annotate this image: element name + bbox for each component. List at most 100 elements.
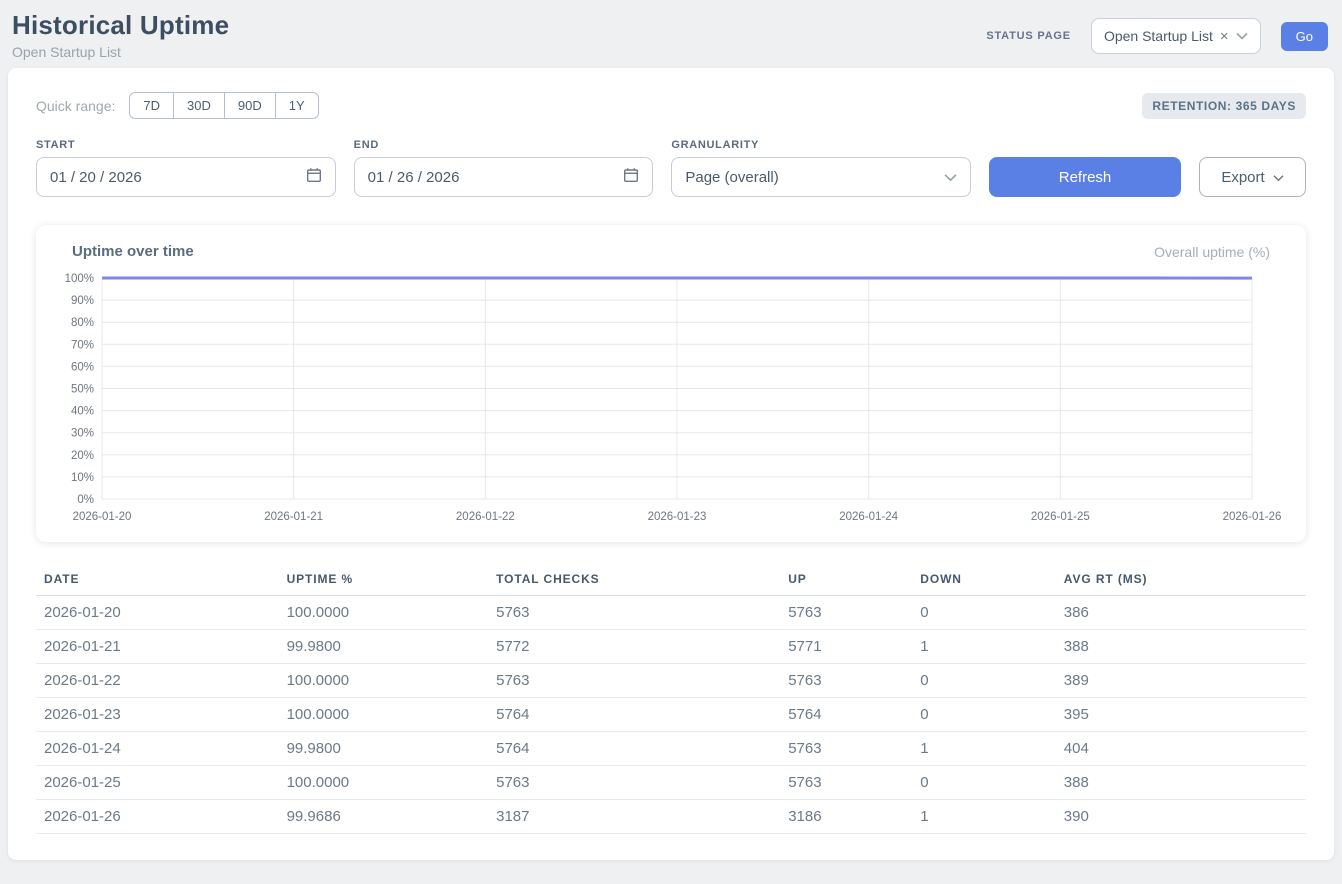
refresh-button[interactable]: Refresh (989, 157, 1181, 197)
table-cell: 388 (1056, 630, 1306, 664)
go-button[interactable]: Go (1281, 22, 1328, 51)
table-cell: 386 (1056, 596, 1306, 630)
table-row: 2026-01-25100.0000576357630388 (36, 766, 1306, 800)
page-subtitle: Open Startup List (12, 44, 229, 60)
table-header-row: DATEUPTIME %TOTAL CHECKSUPDOWNAVG RT (MS… (36, 566, 1306, 596)
table-cell: 5771 (780, 630, 912, 664)
table-cell: 99.9800 (279, 630, 489, 664)
table-row: 2026-01-2499.9800576457631404 (36, 732, 1306, 766)
y-axis-tick-label: 70% (71, 339, 94, 351)
chevron-down-icon (1236, 27, 1248, 45)
col-header-down: DOWN (912, 566, 1056, 596)
granularity-select[interactable]: Page (overall) (671, 157, 971, 197)
y-axis-tick-label: 40% (71, 406, 94, 418)
quick-range-left: Quick range: 7D30D90D1Y (36, 92, 319, 119)
col-header-date: DATE (36, 566, 279, 596)
x-axis-tick-label: 2026-01-23 (648, 511, 707, 523)
table-cell: 395 (1056, 698, 1306, 732)
uptime-table: DATEUPTIME %TOTAL CHECKSUPDOWNAVG RT (MS… (36, 566, 1306, 834)
table-cell: 5763 (488, 596, 780, 630)
end-date-input[interactable]: 01 / 26 / 2026 (354, 157, 654, 197)
page-header: Historical Uptime Open Startup List STAT… (0, 0, 1342, 68)
table-cell: 99.9800 (279, 732, 489, 766)
table-cell: 5763 (780, 596, 912, 630)
granularity-field: GRANULARITY Page (overall) (671, 139, 971, 197)
table-cell: 5763 (780, 732, 912, 766)
table-cell: 2026-01-22 (36, 664, 279, 698)
end-label: END (354, 139, 654, 151)
table-cell: 2026-01-26 (36, 800, 279, 834)
table-cell: 0 (912, 664, 1056, 698)
table-head: DATEUPTIME %TOTAL CHECKSUPDOWNAVG RT (MS… (36, 566, 1306, 596)
calendar-icon[interactable] (623, 167, 639, 187)
start-date-input[interactable]: 01 / 20 / 2026 (36, 157, 336, 197)
x-axis-tick-label: 2026-01-24 (839, 511, 898, 523)
table-cell: 100.0000 (279, 664, 489, 698)
chart-title: Uptime over time (72, 243, 194, 260)
y-axis-tick-label: 90% (71, 295, 94, 307)
table-cell: 100.0000 (279, 766, 489, 800)
uptime-chart-card: Uptime over time Overall uptime (%) 0%10… (36, 225, 1306, 542)
table-cell: 5772 (488, 630, 780, 664)
end-field: END 01 / 26 / 2026 (354, 139, 654, 197)
quick-range-1y[interactable]: 1Y (275, 92, 319, 119)
granularity-label: GRANULARITY (671, 139, 971, 151)
table-cell: 5764 (780, 698, 912, 732)
header-controls: STATUS PAGE Open Startup List × Go (986, 18, 1328, 54)
uptime-chart: 0%10%20%30%40%50%60%70%80%90%100%2026-01… (56, 270, 1286, 528)
uptime-chart-svg: 0%10%20%30%40%50%60%70%80%90%100%2026-01… (56, 270, 1286, 528)
retention-badge: RETENTION: 365 DAYS (1142, 93, 1306, 119)
col-header-uptime-: UPTIME % (279, 566, 489, 596)
chart-header: Uptime over time Overall uptime (%) (56, 243, 1286, 270)
start-field: START 01 / 20 / 2026 (36, 139, 336, 197)
table-cell: 0 (912, 596, 1056, 630)
x-axis-tick-label: 2026-01-21 (264, 511, 323, 523)
table-cell: 5763 (780, 766, 912, 800)
start-label: START (36, 139, 336, 151)
x-axis-tick-label: 2026-01-22 (456, 511, 515, 523)
table-row: 2026-01-2199.9800577257711388 (36, 630, 1306, 664)
export-button[interactable]: Export (1199, 157, 1306, 197)
col-header-up: UP (780, 566, 912, 596)
quick-range-7d[interactable]: 7D (129, 92, 174, 119)
table-cell: 390 (1056, 800, 1306, 834)
status-page-label: STATUS PAGE (986, 30, 1071, 42)
filter-form-row: START 01 / 20 / 2026 END 01 / 26 / 2026 … (36, 139, 1306, 197)
table-cell: 2026-01-20 (36, 596, 279, 630)
table-cell: 5764 (488, 732, 780, 766)
y-axis-tick-label: 50% (71, 384, 94, 396)
status-page-selected-value: Open Startup List (1104, 28, 1213, 44)
table-cell: 5763 (780, 664, 912, 698)
status-page-select[interactable]: Open Startup List × (1091, 18, 1261, 54)
main-panel: Quick range: 7D30D90D1Y RETENTION: 365 D… (8, 68, 1334, 860)
y-axis-tick-label: 20% (71, 450, 94, 462)
chart-legend-label: Overall uptime (%) (1154, 244, 1270, 260)
table-cell: 0 (912, 766, 1056, 800)
table-cell: 5763 (488, 664, 780, 698)
table-cell: 99.9686 (279, 800, 489, 834)
quick-range-label: Quick range: (36, 98, 115, 114)
y-axis-tick-label: 10% (71, 472, 94, 484)
table-cell: 3187 (488, 800, 780, 834)
calendar-icon[interactable] (306, 167, 322, 187)
x-axis-tick-label: 2026-01-20 (73, 511, 132, 523)
table-cell: 1 (912, 732, 1056, 766)
table-cell: 389 (1056, 664, 1306, 698)
col-header-total-checks: TOTAL CHECKS (488, 566, 780, 596)
table-cell: 2026-01-25 (36, 766, 279, 800)
x-axis-tick-label: 2026-01-26 (1223, 511, 1282, 523)
col-header-avg-rt-ms-: AVG RT (MS) (1056, 566, 1306, 596)
quick-range-90d[interactable]: 90D (224, 92, 276, 119)
y-axis-tick-label: 60% (71, 361, 94, 373)
quick-range-30d[interactable]: 30D (173, 92, 225, 119)
table-cell: 1 (912, 630, 1056, 664)
start-date-value: 01 / 20 / 2026 (50, 169, 142, 186)
table-cell: 404 (1056, 732, 1306, 766)
clear-selection-icon[interactable]: × (1220, 29, 1229, 44)
table-cell: 1 (912, 800, 1056, 834)
table-row: 2026-01-20100.0000576357630386 (36, 596, 1306, 630)
table-cell: 0 (912, 698, 1056, 732)
x-axis-tick-label: 2026-01-25 (1031, 511, 1090, 523)
table-cell: 100.0000 (279, 596, 489, 630)
uptime-table-body: 2026-01-20100.00005763576303862026-01-21… (36, 596, 1306, 834)
